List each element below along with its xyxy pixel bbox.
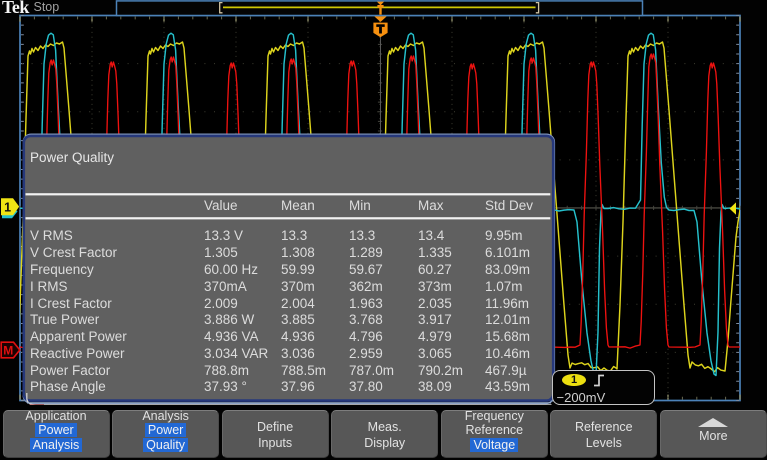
svg-text:1: 1 xyxy=(4,200,11,214)
svg-text:M: M xyxy=(3,344,13,358)
